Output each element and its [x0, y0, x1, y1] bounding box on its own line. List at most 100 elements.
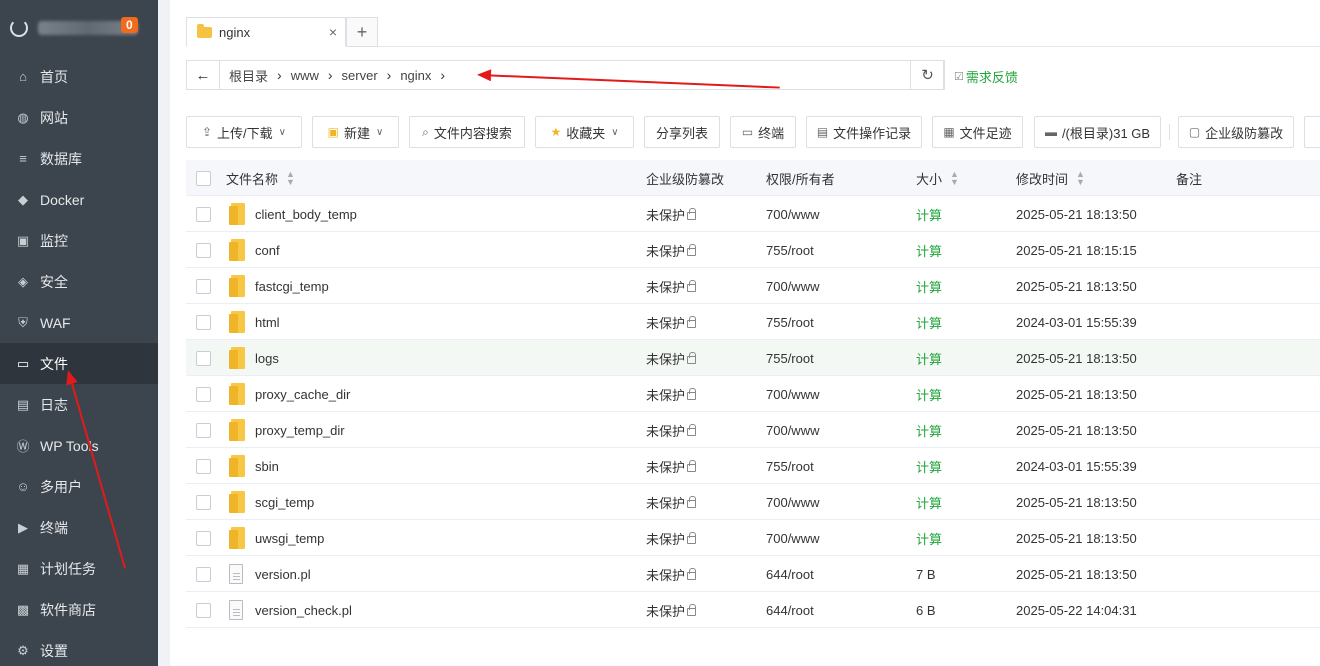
checkbox[interactable]: [196, 206, 211, 222]
perm-owner[interactable]: 700/www: [766, 207, 819, 222]
refresh-button[interactable]: ↻: [910, 60, 945, 90]
row-checkbox-cell[interactable]: [196, 376, 211, 412]
favorites-button[interactable]: ★ 收藏夹 ∨: [535, 116, 634, 148]
file-name[interactable]: fastcgi_temp: [255, 279, 329, 294]
perm-cell[interactable]: 700/www: [766, 376, 819, 412]
size-cell[interactable]: 计算: [916, 196, 942, 232]
row-checkbox-cell[interactable]: [196, 484, 211, 520]
file-name[interactable]: version_check.pl: [255, 603, 352, 618]
disk-button[interactable]: ▬ /(根目录)31 GB: [1034, 116, 1161, 148]
size-cell[interactable]: 计算: [916, 448, 942, 484]
table-row[interactable]: uwsgi_temp 未保护 700/www 计算 2025-05-21 18:13:5…: [186, 520, 1320, 556]
table-row[interactable]: client_body_temp 未保护 700/www 计算 2025-05-21 1…: [186, 196, 1320, 232]
perm-cell[interactable]: 644/root: [766, 556, 814, 592]
checkbox[interactable]: [196, 386, 211, 402]
breadcrumb-item[interactable]: www ›: [282, 67, 333, 83]
perm-cell[interactable]: 644/root: [766, 592, 814, 628]
perm-cell[interactable]: 700/www: [766, 268, 819, 304]
lock-icon[interactable]: [687, 316, 697, 328]
terminal-button[interactable]: ▭ 终端: [730, 116, 796, 148]
perm-owner[interactable]: 755/root: [766, 315, 814, 330]
more-button[interactable]: [1304, 116, 1320, 148]
file-name-cell[interactable]: proxy_cache_dir: [229, 376, 350, 412]
file-name[interactable]: client_body_temp: [255, 207, 357, 222]
lock-icon[interactable]: [687, 352, 697, 364]
notification-badge[interactable]: 0: [121, 17, 138, 33]
file-name[interactable]: logs: [255, 351, 279, 366]
file-name-cell[interactable]: logs: [229, 340, 279, 376]
tamper-cell[interactable]: 未保护: [646, 484, 697, 520]
row-checkbox-cell[interactable]: [196, 268, 211, 304]
sidebar-item-6[interactable]: ⛨ WAF: [0, 302, 158, 343]
checkbox[interactable]: [196, 170, 211, 186]
row-checkbox-cell[interactable]: [196, 232, 211, 268]
lock-icon[interactable]: [687, 208, 697, 220]
checkbox[interactable]: [196, 566, 211, 582]
file-name[interactable]: version.pl: [255, 567, 311, 582]
file-name-cell[interactable]: client_body_temp: [229, 196, 357, 232]
lock-icon[interactable]: [687, 604, 697, 616]
sidebar-item-3[interactable]: ◆ Docker: [0, 179, 158, 220]
add-tab-button[interactable]: +: [346, 17, 378, 47]
perm-cell[interactable]: 755/root: [766, 304, 814, 340]
size-cell[interactable]: 计算: [916, 412, 942, 448]
size-cell[interactable]: 计算: [916, 340, 942, 376]
row-checkbox-cell[interactable]: [196, 304, 211, 340]
feedback-link[interactable]: ☑ 需求反馈: [954, 67, 1018, 86]
table-row[interactable]: html 未保护 755/root 计算 2024-03-01 15:55:39: [186, 304, 1320, 340]
col-name[interactable]: 文件名称 ▲ ▼: [226, 160, 295, 196]
perm-owner[interactable]: 644/root: [766, 567, 814, 582]
row-checkbox-cell[interactable]: [196, 196, 211, 232]
checkbox[interactable]: [196, 350, 211, 366]
perm-owner[interactable]: 700/www: [766, 387, 819, 402]
tamper-cell[interactable]: 未保护: [646, 448, 697, 484]
perm-owner[interactable]: 700/www: [766, 279, 819, 294]
size-cell[interactable]: 计算: [916, 304, 942, 340]
file-name[interactable]: sbin: [255, 459, 279, 474]
sidebar-item-13[interactable]: ▩ 软件商店: [0, 589, 158, 630]
operation-log-button[interactable]: ▤ 文件操作记录: [806, 116, 922, 148]
row-checkbox-cell[interactable]: [196, 520, 211, 556]
checkbox[interactable]: [196, 422, 211, 438]
file-name-cell[interactable]: html: [229, 304, 280, 340]
checkbox[interactable]: [196, 530, 211, 546]
tamper-cell[interactable]: 未保护: [646, 304, 697, 340]
sidebar-item-1[interactable]: ◍ 网站: [0, 97, 158, 138]
lock-icon[interactable]: [687, 532, 697, 544]
enterprise-tamper-button[interactable]: ▢ 企业级防篡改: [1178, 116, 1294, 148]
file-name-cell[interactable]: proxy_temp_dir: [229, 412, 345, 448]
perm-cell[interactable]: 700/www: [766, 412, 819, 448]
file-name-cell[interactable]: uwsgi_temp: [229, 520, 324, 556]
col-mtime[interactable]: 修改时间 ▲ ▼: [1016, 160, 1085, 196]
perm-owner[interactable]: 700/www: [766, 423, 819, 438]
checkbox[interactable]: [196, 458, 211, 474]
sidebar-item-5[interactable]: ◈ 安全: [0, 261, 158, 302]
perm-owner[interactable]: 755/root: [766, 351, 814, 366]
tamper-cell[interactable]: 未保护: [646, 592, 697, 628]
sidebar-item-4[interactable]: ▣ 监控: [0, 220, 158, 261]
size-cell[interactable]: 计算: [916, 484, 942, 520]
tamper-cell[interactable]: 未保护: [646, 520, 697, 556]
table-row[interactable]: proxy_cache_dir 未保护 700/www 计算 2025-05-21 18…: [186, 376, 1320, 412]
checkbox[interactable]: [196, 494, 211, 510]
col-size[interactable]: 大小 ▲ ▼: [916, 160, 959, 196]
file-name-cell[interactable]: version_check.pl: [229, 592, 352, 628]
table-row[interactable]: version.pl 未保护 644/root 7 B 2025-05-21 18:13…: [186, 556, 1320, 592]
perm-cell[interactable]: 700/www: [766, 520, 819, 556]
perm-cell[interactable]: 755/root: [766, 232, 814, 268]
size-cell[interactable]: 计算: [916, 520, 942, 556]
lock-icon[interactable]: [687, 388, 697, 400]
lock-icon[interactable]: [687, 244, 697, 256]
perm-cell[interactable]: 700/www: [766, 196, 819, 232]
tamper-cell[interactable]: 未保护: [646, 268, 697, 304]
perm-cell[interactable]: 700/www: [766, 484, 819, 520]
lock-icon[interactable]: [687, 280, 697, 292]
file-name-cell[interactable]: fastcgi_temp: [229, 268, 329, 304]
tamper-cell[interactable]: 未保护: [646, 556, 697, 592]
lock-icon[interactable]: [687, 568, 697, 580]
size-cell[interactable]: 计算: [916, 232, 942, 268]
table-row[interactable]: proxy_temp_dir 未保护 700/www 计算 2025-05-21 18:…: [186, 412, 1320, 448]
new-button[interactable]: ▣ 新建 ∨: [312, 116, 399, 148]
sidebar-item-10[interactable]: ☺ 多用户: [0, 466, 158, 507]
file-name[interactable]: conf: [255, 243, 280, 258]
